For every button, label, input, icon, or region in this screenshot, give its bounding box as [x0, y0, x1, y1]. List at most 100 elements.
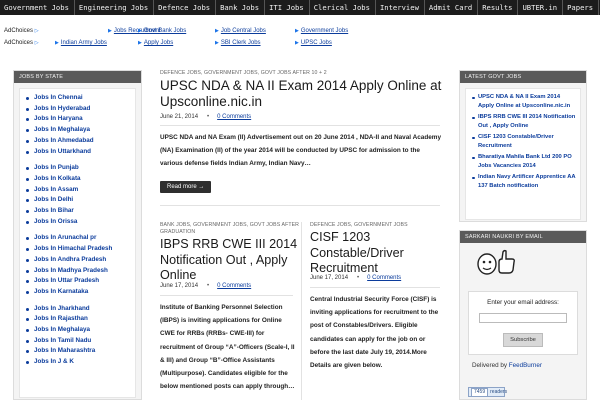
state-link[interactable]: Jobs In Hyderabad: [20, 104, 135, 115]
ad-links-row-1: AdChoices ▷ ▶ Jobs Recruitment ▶ Govt Bank…: [4, 26, 348, 36]
state-link[interactable]: Jobs In Assam: [20, 185, 135, 196]
email-input[interactable]: [479, 313, 567, 323]
latest-job-link[interactable]: Bharatiya Mahila Bank Ltd 200 PO Jobs Va…: [469, 153, 577, 171]
feedburner-link[interactable]: FeedBurner: [509, 362, 542, 369]
post-meta: June 17, 2014 • 0 Comments: [310, 275, 401, 281]
state-link[interactable]: Jobs In Haryana: [20, 114, 135, 125]
state-link[interactable]: Jobs In Karnataka: [20, 287, 135, 298]
read-more-button[interactable]: Read more →: [160, 181, 212, 193]
feed-count-badge[interactable]: 7459 readers: [468, 387, 507, 397]
state-link[interactable]: Jobs In Himachal Pradesh: [20, 244, 135, 255]
separator-dot: •: [357, 275, 360, 281]
state-link[interactable]: Jobs In Arunachal pr: [20, 233, 135, 244]
state-link[interactable]: Jobs In Meghalaya: [20, 125, 135, 136]
arrow-icon: ▶: [138, 40, 142, 46]
state-link[interactable]: Jobs In Bihar: [20, 206, 135, 217]
state-link[interactable]: Jobs In Meghalaya: [20, 325, 135, 336]
latest-job-link[interactable]: CISF 1203 Constable/Driver Recruitment: [469, 133, 577, 151]
post-meta: June 17, 2014 • 0 Comments: [160, 283, 251, 289]
adchoices-label[interactable]: AdChoices ▷: [4, 40, 42, 46]
email-label: Enter your email address:: [487, 299, 559, 306]
state-group: Jobs In Jharkhand Jobs In Rajasthan Jobs I…: [20, 304, 135, 368]
state-link[interactable]: Jobs In Maharashtra: [20, 346, 135, 357]
arrow-icon: ▶: [215, 40, 219, 46]
nav-clerical-jobs[interactable]: Clerical Jobs: [310, 0, 376, 15]
column-divider: [301, 222, 302, 400]
post-date: June 17, 2014: [160, 283, 199, 289]
latest-job-link[interactable]: UPSC NDA & NA II Exam 2014 Apply Online …: [469, 93, 577, 111]
state-link[interactable]: Jobs In Orissa: [20, 217, 135, 228]
arrow-icon: ▶: [215, 28, 219, 34]
state-link[interactable]: Jobs In Tamil Nadu: [20, 336, 135, 347]
post-excerpt: UPSC NDA and NA Exam (II) Advertisement …: [160, 134, 442, 168]
post-categories[interactable]: DEFENCE JOBS, GOVERNMENT JOBS: [310, 222, 408, 229]
divider: [310, 287, 440, 288]
ad-link-job-central-jobs[interactable]: ▶ Job Central Jobs: [215, 28, 266, 34]
post-comments-link[interactable]: 0 Comments: [367, 275, 401, 281]
divider: [160, 295, 293, 296]
nav-ubter[interactable]: UBTER.in: [518, 0, 564, 15]
divider: [160, 205, 440, 206]
ad-link-government-jobs[interactable]: ▶ Government Jobs: [295, 28, 348, 34]
post-categories[interactable]: BANK JOBS, GOVERNMENT JOBS, GOVT JOBS AF…: [160, 222, 300, 237]
ad-link-sbi-clerk-jobs[interactable]: ▶ SBI Clerk Jobs: [215, 40, 261, 46]
nav-engineering-jobs[interactable]: Engineering Jobs: [75, 0, 155, 15]
jobs-by-state-title: JOBS BY STATE: [14, 71, 141, 83]
post-categories[interactable]: DEFENCE JOBS, GOVERNMENT JOBS, GOVT JOBS…: [160, 70, 327, 77]
thumbs-up-mascot-icon: [477, 249, 515, 275]
subscribe-button[interactable]: Subscribe: [503, 333, 543, 347]
nav-admit-card[interactable]: Admit Card: [425, 0, 479, 15]
nav-defence-jobs[interactable]: Defence Jobs: [154, 0, 217, 15]
post-excerpt: Institute of Banking Personnel Selection…: [160, 304, 295, 391]
state-link[interactable]: Jobs In Andhra Pradesh: [20, 255, 135, 266]
post-title[interactable]: CISF 1203 Constable/Driver Recruitment: [310, 230, 445, 277]
arrow-icon: ▶: [55, 40, 59, 46]
nav-bank-jobs[interactable]: Bank Jobs: [216, 0, 266, 15]
post-title[interactable]: IBPS RRB CWE III 2014 Notification Out ,…: [160, 237, 300, 284]
latest-job-link[interactable]: IBPS RRB CWE III 2014 Notification Out ,…: [469, 113, 577, 131]
email-widget-title: SARKARI NAUKRI BY EMAIL: [460, 231, 586, 243]
divider: [160, 125, 440, 126]
post-title[interactable]: UPSC NDA & NA II Exam 2014 Apply Online …: [160, 78, 450, 110]
ad-link-upsc-jobs[interactable]: ▶ UPSC Jobs: [295, 40, 332, 46]
nav-iti-jobs[interactable]: ITI Jobs: [265, 0, 310, 15]
post-comments-link[interactable]: 0 Comments: [217, 283, 251, 289]
post-comments-link[interactable]: 0 Comments: [217, 114, 251, 120]
state-link[interactable]: Jobs In Uttarkhand: [20, 147, 135, 158]
state-group: Jobs In Punjab Jobs In Kolkata Jobs In Ass…: [20, 163, 135, 227]
email-form: Enter your email address: Subscribe: [468, 291, 578, 355]
arrow-icon: ▶: [138, 28, 142, 34]
latest-jobs-list: UPSC NDA & NA II Exam 2014 Apply Online …: [465, 88, 581, 220]
state-link[interactable]: Jobs In Chennai: [20, 93, 135, 104]
ad-links-row-2: AdChoices ▷ ▶ Indian Army Jobs ▶ Apply Job…: [4, 38, 332, 48]
state-link[interactable]: Jobs In Punjab: [20, 163, 135, 174]
state-link[interactable]: Jobs In Delhi: [20, 195, 135, 206]
state-link[interactable]: Jobs In Rajasthan: [20, 314, 135, 325]
adchoices-label[interactable]: AdChoices ▷: [4, 28, 42, 34]
state-link[interactable]: Jobs In Kolkata: [20, 174, 135, 185]
arrow-icon: ▶: [295, 28, 299, 34]
top-navigation: Government Jobs Engineering Jobs Defence…: [0, 0, 600, 15]
nav-interview[interactable]: Interview: [376, 0, 425, 15]
ad-link-indian-army-jobs[interactable]: ▶ Indian Army Jobs: [55, 40, 107, 46]
state-link[interactable]: Jobs In J & K: [20, 357, 135, 368]
state-link[interactable]: Jobs In Uttar Pradesh: [20, 276, 135, 287]
state-link[interactable]: Jobs In Madhya Pradesh: [20, 266, 135, 277]
nav-government-jobs[interactable]: Government Jobs: [0, 0, 75, 15]
delivered-by-label: Delivered by: [472, 362, 507, 369]
nav-results[interactable]: Results: [478, 0, 519, 15]
state-link[interactable]: Jobs In Jharkhand: [20, 304, 135, 315]
feed-count: 7459: [471, 387, 489, 397]
ad-link-apply-jobs[interactable]: ▶ Apply Jobs: [138, 40, 173, 46]
arrow-icon: ▶: [295, 40, 299, 46]
state-group: Jobs In Chennai Jobs In Hyderabad Jobs In …: [20, 93, 135, 157]
separator-dot: •: [207, 114, 210, 120]
post-meta: June 21, 2014 • 0 Comments: [160, 114, 251, 120]
adchoices-icon: ▷: [34, 40, 39, 46]
state-list: Jobs In Chennai Jobs In Hyderabad Jobs In …: [19, 88, 136, 398]
jobs-by-state-widget: JOBS BY STATE Jobs In Chennai Jobs In Hyd…: [13, 70, 142, 400]
ad-link-govt-bank-jobs[interactable]: ▶ Govt Bank Jobs: [138, 28, 186, 34]
nav-papers[interactable]: Papers: [563, 0, 600, 15]
state-link[interactable]: Jobs In Ahmedabad: [20, 136, 135, 147]
latest-job-link[interactable]: Indian Navy Artificer Apprentice AA 137 …: [469, 173, 577, 191]
